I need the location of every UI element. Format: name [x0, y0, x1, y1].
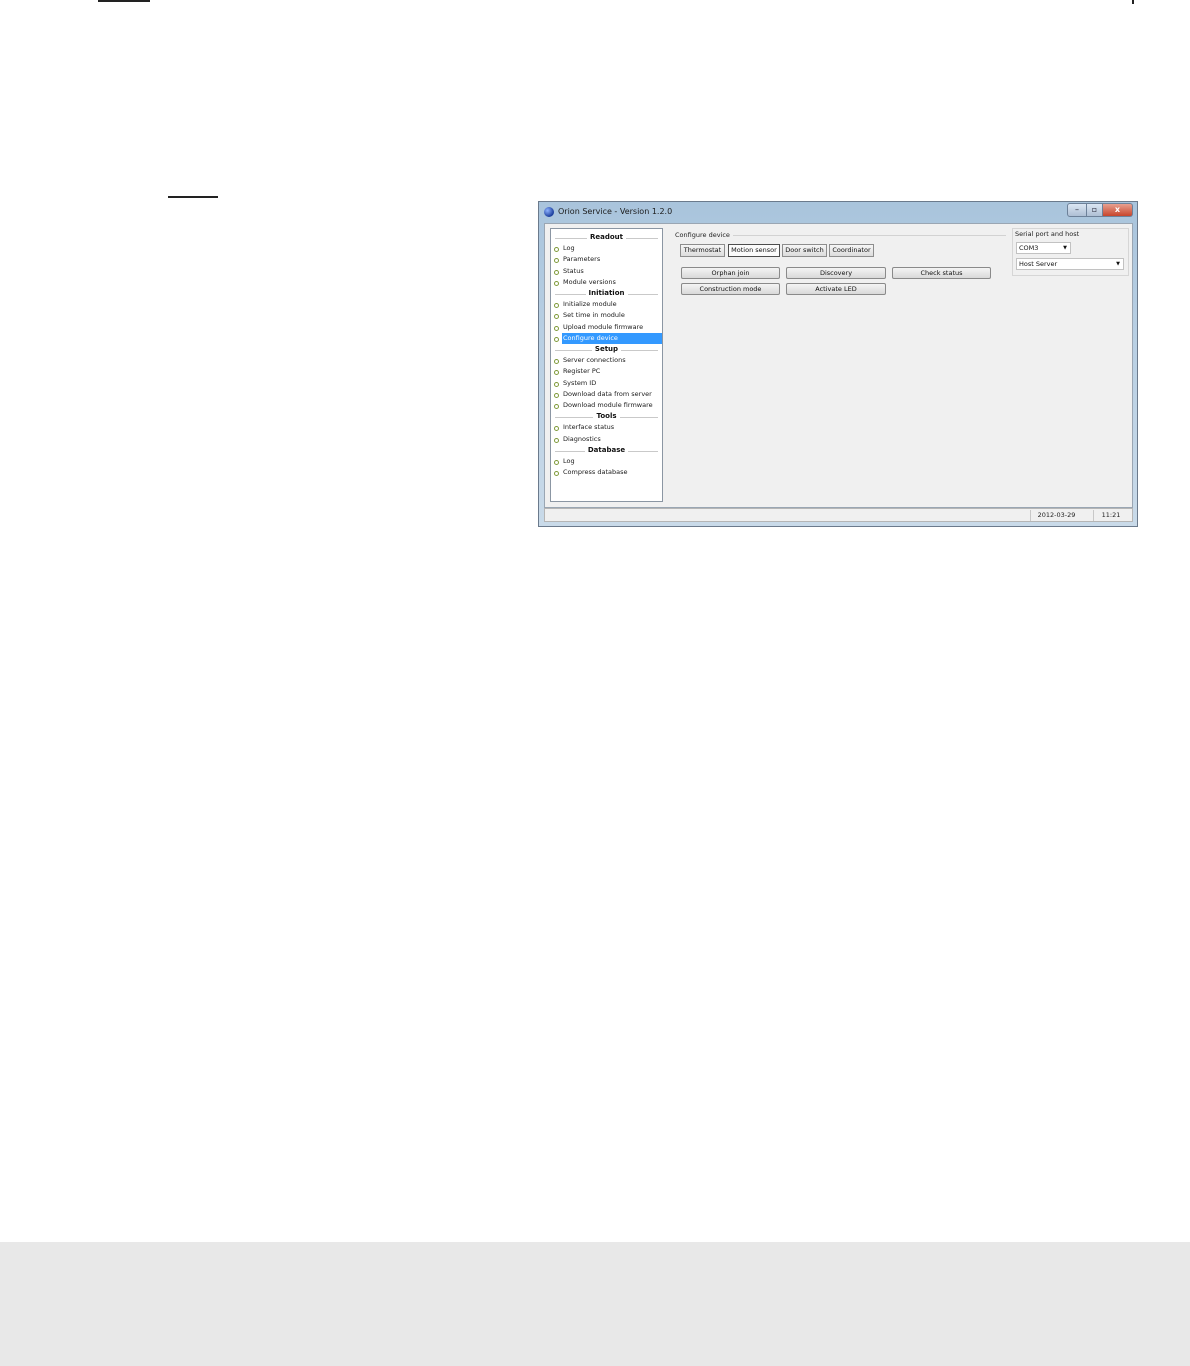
chevron-down-icon: ▼: [1116, 261, 1120, 267]
close-button[interactable]: x: [1103, 203, 1133, 217]
nav-item-label: Status: [563, 266, 584, 275]
app-window: Orion Service - Version 1.2.0 – ▫ x Read…: [538, 201, 1138, 527]
bullet-icon: [554, 336, 559, 342]
close-icon: x: [1114, 205, 1121, 214]
nav-section-header: Setup: [551, 344, 662, 355]
page-heading-underline: [98, 0, 150, 2]
orphan-join-button[interactable]: Orphan join: [681, 267, 780, 279]
nav-item-label: Log: [563, 244, 575, 252]
title-bar[interactable]: Orion Service - Version 1.2.0 – ▫ x: [539, 202, 1137, 222]
nav-item-label: Set time in module: [563, 311, 625, 320]
nav-item-label: Compress database: [563, 468, 628, 476]
client-area: Readout Log Parameters Status Module version…: [544, 223, 1133, 508]
nav-item-configure-device[interactable]: Configure device: [551, 332, 662, 344]
nav-item-download-module-firmware[interactable]: Download module firmware: [551, 400, 662, 411]
bullet-icon: [554, 247, 559, 252]
bullet-icon: [554, 314, 559, 320]
nav-item-system-id[interactable]: System ID: [551, 378, 662, 389]
nav-item-label: Diagnostics: [563, 434, 601, 443]
configure-group-title: Configure device: [675, 231, 733, 239]
nav-section-label: Tools: [593, 412, 620, 421]
bullet-icon: [554, 280, 559, 286]
app-orb-icon: [544, 207, 554, 217]
bullet-icon: [554, 258, 559, 264]
nav-section-label: Database: [584, 445, 629, 454]
nav-item-status[interactable]: Status: [551, 266, 662, 277]
discovery-button[interactable]: Discovery: [786, 267, 886, 279]
com-port-value: COM3: [1019, 244, 1039, 252]
minimize-button[interactable]: –: [1067, 203, 1087, 217]
activate-led-button[interactable]: Activate LED: [786, 283, 886, 295]
chevron-down-icon: ▼: [1063, 245, 1067, 251]
nav-item-diagnostics[interactable]: Diagnostics: [551, 434, 662, 445]
construction-mode-button[interactable]: Construction mode: [681, 283, 780, 295]
page-subheading-underline: [168, 196, 218, 198]
bullet-icon: [554, 392, 559, 398]
bullet-icon: [554, 269, 559, 275]
bullet-icon: [554, 437, 559, 443]
bullet-icon: [554, 471, 559, 476]
nav-item-label: Server connections: [563, 356, 626, 364]
nav-item-label: Configure device: [562, 332, 662, 344]
window-title: Orion Service - Version 1.2.0: [558, 207, 673, 216]
bullet-icon: [554, 426, 559, 432]
nav-item-label: Download module firmware: [563, 401, 653, 409]
nav-item-label: Module versions: [563, 277, 616, 286]
nav-section-label: Readout: [586, 233, 626, 241]
tab-door-switch[interactable]: Door switch: [782, 244, 827, 257]
nav-item-upload-module-firmware[interactable]: Upload module firmware: [551, 322, 662, 333]
nav-item-label: Interface status: [563, 423, 615, 432]
nav-item-interface-status[interactable]: Interface status: [551, 422, 662, 433]
bullet-icon: [554, 370, 559, 376]
com-port-select[interactable]: COM3 ▼: [1016, 242, 1071, 254]
tab-coordinator[interactable]: Coordinator: [829, 244, 874, 257]
window-controls: – ▫ x: [1067, 203, 1133, 217]
status-bar: 2012-03-29 11:21: [544, 508, 1133, 522]
nav-item-label: Log: [563, 456, 575, 465]
host-value: Host Server: [1019, 260, 1058, 268]
nav-item-label: System ID: [563, 378, 597, 387]
serial-group-title: Serial port and host: [1015, 230, 1083, 238]
nav-item-log[interactable]: Log: [551, 456, 662, 467]
bullet-icon: [554, 325, 559, 331]
bullet-icon: [554, 381, 559, 387]
bullet-icon: [554, 459, 559, 465]
bullet-icon: [554, 404, 559, 409]
nav-item-compress-database[interactable]: Compress database: [551, 467, 662, 478]
nav-item-initialize-module[interactable]: Initialize module: [551, 299, 662, 310]
page-margin-rule: [1132, 0, 1134, 4]
check-status-button[interactable]: Check status: [892, 267, 991, 279]
navigation-list: Readout Log Parameters Status Module version…: [550, 228, 663, 502]
nav-item-module-versions[interactable]: Module versions: [551, 277, 662, 288]
nav-item-label: Initialize module: [563, 300, 617, 308]
nav-item-register-pc[interactable]: Register PC: [551, 366, 662, 377]
page-footer-band: [0, 1242, 1190, 1366]
nav-section-label: Initiation: [585, 289, 628, 297]
nav-item-label: Parameters: [563, 255, 601, 264]
bullet-icon: [554, 359, 559, 364]
nav-section-header: Initiation: [551, 288, 662, 299]
nav-section-header: Readout: [551, 232, 662, 243]
nav-item-set-time-in-module[interactable]: Set time in module: [551, 310, 662, 321]
nav-section-label: Setup: [591, 345, 622, 353]
nav-item-label: Register PC: [563, 367, 601, 376]
host-select[interactable]: Host Server ▼: [1016, 258, 1124, 270]
status-date: 2012-03-29: [1030, 510, 1082, 521]
nav-item-label: Download data from server: [563, 389, 652, 398]
nav-item-label: Upload module firmware: [563, 322, 644, 331]
status-time: 11:21: [1093, 510, 1128, 521]
serial-port-group: Serial port and host COM3 ▼ Host Server …: [1012, 228, 1129, 276]
tab-motion-sensor[interactable]: Motion sensor: [728, 244, 780, 257]
nav-section-header: Database: [551, 445, 662, 456]
nav-item-parameters[interactable]: Parameters: [551, 254, 662, 265]
bullet-icon: [554, 303, 559, 308]
maximize-button[interactable]: ▫: [1087, 203, 1103, 217]
nav-item-download-data-from-server[interactable]: Download data from server: [551, 389, 662, 400]
nav-section-header: Tools: [551, 411, 662, 422]
nav-item-server-connections[interactable]: Server connections: [551, 355, 662, 366]
nav-item-log[interactable]: Log: [551, 243, 662, 254]
tab-thermostat[interactable]: Thermostat: [680, 244, 725, 257]
